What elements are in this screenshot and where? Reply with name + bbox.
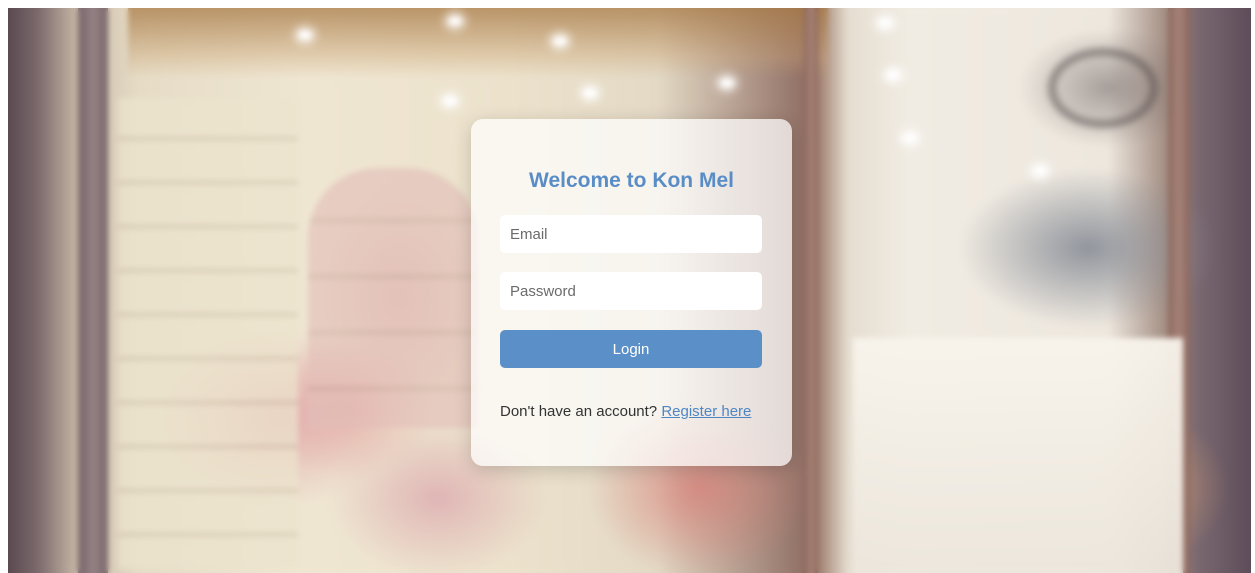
register-link[interactable]: Register here bbox=[661, 403, 751, 420]
page: Welcome to Kon Mel Login Don't have an a… bbox=[0, 0, 1255, 573]
password-field[interactable] bbox=[500, 272, 762, 310]
login-button[interactable]: Login bbox=[500, 330, 762, 368]
register-row: Don't have an account? Register here bbox=[500, 403, 770, 420]
email-field[interactable] bbox=[500, 215, 762, 253]
login-card: Welcome to Kon Mel Login Don't have an a… bbox=[471, 119, 792, 466]
login-title: Welcome to Kon Mel bbox=[529, 169, 734, 192]
register-prompt: Don't have an account? bbox=[500, 403, 658, 420]
